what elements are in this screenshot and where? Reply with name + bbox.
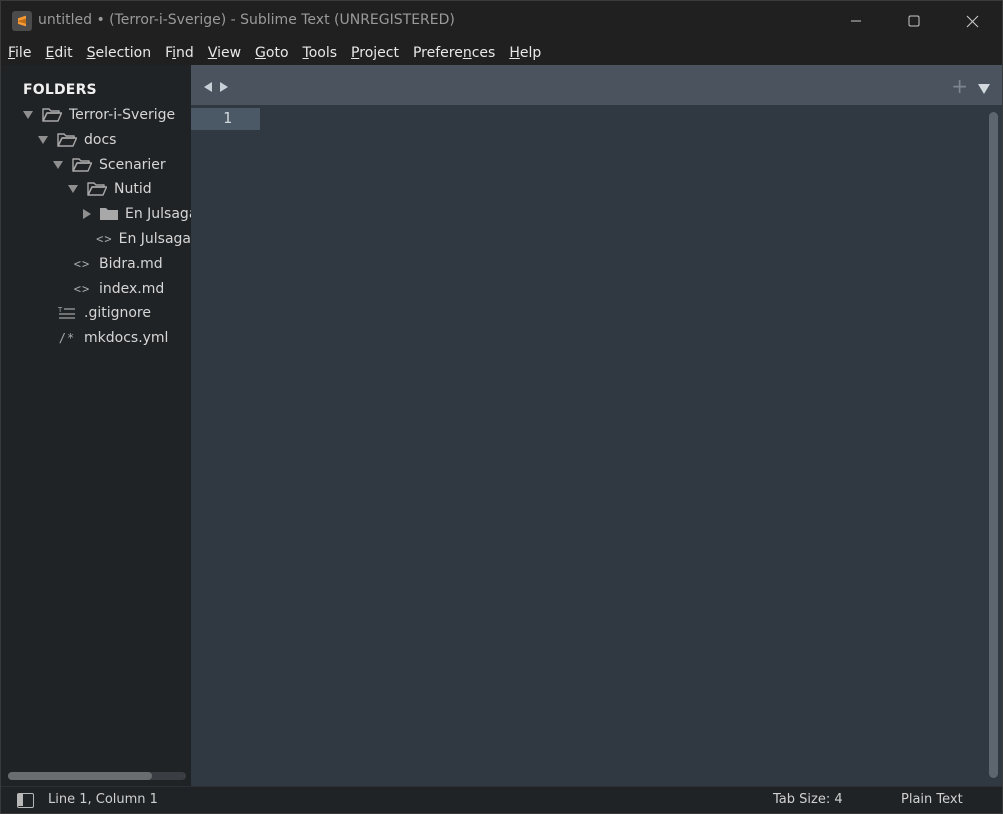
- caret-down-icon: [978, 84, 990, 94]
- tree-item[interactable]: En Julsaga: [1, 202, 191, 226]
- window-title: untitled • (Terror-i-Sverige) - Sublime …: [38, 12, 455, 28]
- maximize-button[interactable]: [885, 1, 943, 41]
- next-tab-button[interactable]: [219, 78, 229, 97]
- close-button[interactable]: [943, 1, 1001, 41]
- syntax-selector[interactable]: Plain Text: [901, 792, 963, 807]
- expand-arrow-down-icon[interactable]: [23, 110, 33, 120]
- tree-item[interactable]: Nutid: [1, 177, 191, 201]
- open-folder-icon: [86, 180, 108, 198]
- tree-item-label: mkdocs.yml: [84, 330, 169, 347]
- menu-mnemonic: V: [207, 45, 218, 61]
- tree-item[interactable]: /* mkdocs.yml: [1, 326, 191, 350]
- tab-size-selector[interactable]: Tab Size: 4: [773, 792, 843, 807]
- text-file-icon: T: [56, 304, 78, 322]
- tree-item-label: Bidra.md: [99, 255, 163, 272]
- sidebar: FOLDERS Terror-i-Sverige docs Scenarier Nut…: [1, 65, 191, 786]
- menu-find[interactable]: Find: [165, 42, 194, 64]
- open-folder-icon: [56, 131, 78, 149]
- tree-item[interactable]: <> Bidra.md: [1, 252, 191, 276]
- menu-file[interactable]: File: [8, 42, 31, 64]
- menu-project[interactable]: Project: [351, 42, 399, 64]
- expand-arrow-down-icon[interactable]: [68, 184, 78, 194]
- tree-item-label: En Julsaga: [125, 206, 191, 223]
- menu-label-part: oto: [265, 45, 289, 61]
- svg-text:T: T: [58, 306, 63, 314]
- tree-item[interactable]: T .gitignore: [1, 301, 191, 325]
- minimize-icon: [851, 20, 861, 22]
- tree-item-label: Terror-i-Sverige: [69, 107, 176, 123]
- editor-area[interactable]: 1: [191, 105, 1002, 786]
- menu-edit[interactable]: Edit: [45, 42, 72, 64]
- open-folder-icon: [41, 106, 63, 124]
- tree-item-label: docs: [84, 131, 117, 148]
- menu-mnemonic: n: [462, 45, 472, 61]
- menu-selection[interactable]: Selection: [87, 42, 152, 64]
- tree-item[interactable]: <> index.md: [1, 277, 191, 301]
- title-bar[interactable]: untitled • (Terror-i-Sverige) - Sublime …: [1, 1, 1002, 41]
- folders-header: FOLDERS: [23, 82, 97, 98]
- code-file-icon: <>: [96, 232, 113, 246]
- menu-mnemonic: G: [255, 45, 266, 61]
- maximize-icon: [908, 15, 920, 27]
- tree-item[interactable]: Terror-i-Sverige: [1, 103, 191, 127]
- expand-arrow-down-icon[interactable]: [53, 160, 63, 170]
- tree-item-label: .gitignore: [84, 305, 151, 322]
- sidebar-scrollbar-thumb[interactable]: [8, 772, 152, 780]
- editor-vertical-scrollbar[interactable]: [989, 112, 998, 778]
- close-icon: [966, 15, 978, 27]
- menu-mnemonic: F: [8, 45, 16, 61]
- sublime-text-logo-icon: [12, 11, 32, 31]
- menu-help[interactable]: Help: [509, 42, 541, 64]
- code-file-icon: <>: [73, 281, 91, 296]
- tab-bar: +: [191, 65, 1002, 105]
- menu-mnemonic: E: [45, 45, 55, 61]
- tree-item[interactable]: <> En Julsaga: [1, 227, 191, 251]
- expand-arrow-right-icon[interactable]: [83, 209, 91, 220]
- previous-tab-button[interactable]: [203, 78, 213, 97]
- tree-item-label: Nutid: [114, 181, 152, 198]
- line-number: 1: [223, 109, 233, 127]
- menu-label-part: iew: [217, 45, 242, 61]
- app-window: untitled • (Terror-i-Sverige) - Sublime …: [0, 0, 1003, 814]
- folder-icon: [99, 205, 119, 223]
- caret-left-icon: [204, 82, 212, 92]
- menu-label-part: ools: [308, 45, 338, 61]
- menu-mnemonic: H: [509, 45, 520, 61]
- menu-bar: File Edit Selection Find View Goto Tools Projec…: [1, 41, 1002, 65]
- minimize-button[interactable]: [827, 1, 885, 41]
- menu-view[interactable]: View: [208, 42, 241, 64]
- caret-right-icon: [220, 82, 228, 92]
- expand-arrow-down-icon[interactable]: [38, 135, 48, 145]
- menu-label-part: dit: [54, 45, 73, 61]
- menu-tools[interactable]: Tools: [303, 42, 338, 64]
- code-file-icon: <>: [73, 256, 91, 271]
- config-file-icon: /*: [58, 331, 76, 346]
- menu-label-part: ces: [471, 45, 496, 61]
- menu-label-part: ile: [15, 45, 32, 61]
- cursor-position: Line 1, Column 1: [48, 792, 158, 807]
- tree-item-label: Scenarier: [99, 156, 166, 173]
- menu-goto[interactable]: Goto: [255, 42, 288, 64]
- tab-list-button[interactable]: [978, 79, 990, 98]
- tree-item[interactable]: docs: [1, 128, 191, 152]
- tree-item-label: index.md: [99, 280, 165, 297]
- tree-item[interactable]: Scenarier: [1, 153, 191, 177]
- toggle-sidebar-icon[interactable]: [17, 793, 34, 808]
- menu-label-part: roject: [359, 45, 399, 61]
- open-folder-icon: [71, 156, 93, 174]
- menu-label-part: election: [95, 45, 152, 61]
- menu-label-part: Prefere: [412, 45, 463, 61]
- menu-label-part: elp: [519, 45, 542, 61]
- menu-label-part: nd: [176, 45, 194, 61]
- menu-preferences[interactable]: Preferences: [413, 42, 495, 64]
- status-bar: Line 1, Column 1 Tab Size: 4 Plain Text: [1, 786, 1002, 813]
- tree-item-label: En Julsaga: [118, 231, 191, 247]
- new-tab-button[interactable]: +: [951, 74, 968, 98]
